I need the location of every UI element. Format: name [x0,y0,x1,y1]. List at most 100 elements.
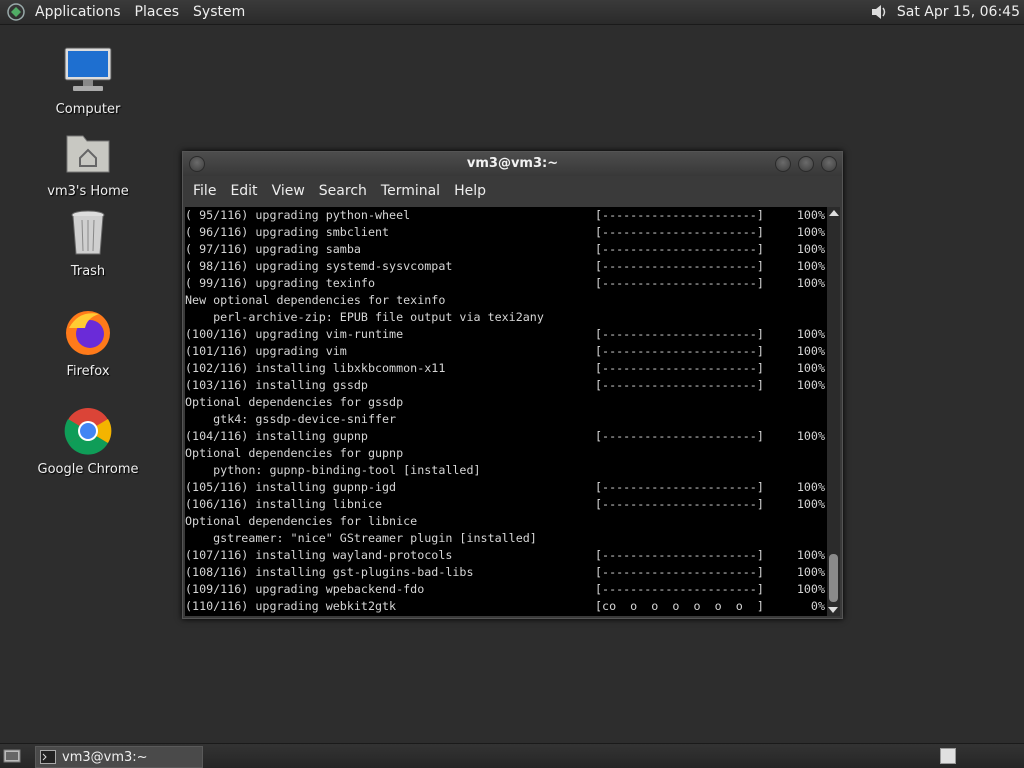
window-menu-icon[interactable] [189,156,205,172]
firefox-icon [66,311,110,355]
terminal-line: (103/116) installing gssdp [-------------… [185,377,827,394]
menu-search[interactable]: Search [312,183,374,199]
terminal-line-text: ( 96/116) upgrading smbclient [185,225,390,239]
progress-percent: 100% [796,548,825,562]
distro-logo-icon[interactable] [6,2,26,22]
progress-percent: 100% [796,276,825,290]
terminal-line-text: (103/116) installing gssdp [185,378,368,392]
terminal-line-text: (102/116) installing libxkbcommon-x11 [185,361,446,375]
progress-percent: 100% [796,344,825,358]
terminal-line: gstreamer: "nice" GStreamer plugin [inst… [185,530,827,547]
terminal-output[interactable]: ( 95/116) upgrading python-wheel [-------… [185,207,827,616]
progress-bar-text: [----------------------] [595,208,764,222]
terminal-line: (109/116) upgrading wpebackend-fdo [-----… [185,581,827,598]
desktop-icon-trash[interactable]: Trash [33,208,143,279]
close-icon[interactable] [821,156,837,172]
scroll-down-arrow-icon[interactable] [828,607,838,613]
menu-help[interactable]: Help [447,183,493,199]
progress-percent: 100% [796,361,825,375]
progress-percent: 100% [796,208,825,222]
progress-percent: 100% [796,327,825,341]
progress-percent: 100% [796,225,825,239]
desktop-icon-label: Computer [55,102,121,117]
terminal-line-text: (108/116) installing gst-plugins-bad-lib… [185,565,474,579]
menu-file[interactable]: File [186,183,223,199]
progress-percent: 100% [796,565,825,579]
progress-bar-text: [co o o o o o o ] [595,599,764,613]
menu-view[interactable]: View [265,183,312,199]
scroll-up-arrow-icon[interactable] [828,210,839,216]
progress-bar-text: [----------------------] [595,276,764,290]
terminal-line-text: (109/116) upgrading wpebackend-fdo [185,582,425,596]
applications-menu[interactable]: Applications [28,0,128,24]
progress-bar-text: [----------------------] [595,582,764,596]
workspace-switcher[interactable] [940,748,956,764]
terminal-line-text: (100/116) upgrading vim-runtime [185,327,404,341]
terminal-line: (100/116) upgrading vim-runtime [--------… [185,326,827,343]
menu-edit[interactable]: Edit [223,183,264,199]
terminal-icon [40,750,56,764]
terminal-line-text: gstreamer: "nice" GStreamer plugin [inst… [185,531,537,545]
system-menu[interactable]: System [186,0,252,24]
terminal-line: ( 97/116) upgrading samba [--------------… [185,241,827,258]
desktop-icon-home[interactable]: vm3's Home [33,128,143,199]
progress-bar-text: [----------------------] [595,259,764,273]
progress-percent: 100% [796,259,825,273]
terminal-line: (108/116) installing gst-plugins-bad-lib… [185,564,827,581]
progress-percent: 100% [796,378,825,392]
terminal-line: (101/116) upgrading vim [----------------… [185,343,827,360]
volume-icon[interactable] [869,2,889,22]
terminal-line: ( 99/116) upgrading texinfo [------------… [185,275,827,292]
terminal-line: (110/116) upgrading webkit2gtk [co o o o … [185,598,827,615]
terminal-line-text: New optional dependencies for texinfo [185,293,446,307]
show-desktop-icon[interactable] [3,748,21,764]
terminal-line: (102/116) installing libxkbcommon-x11 [--… [185,360,827,377]
progress-bar-text: [----------------------] [595,361,764,375]
terminal-line-text: ( 97/116) upgrading samba [185,242,361,256]
progress-bar-text: [----------------------] [595,497,764,511]
minimize-icon[interactable] [775,156,791,172]
progress-percent: 100% [796,480,825,494]
progress-bar-text: [----------------------] [595,429,764,443]
terminal-line: Optional dependencies for gssdp [185,394,827,411]
progress-bar-text: [----------------------] [595,548,764,562]
terminal-line: New optional dependencies for texinfo [185,292,827,309]
places-menu[interactable]: Places [128,0,187,24]
terminal-menubar: File Edit View Search Terminal Help [183,176,842,206]
scrollbar-thumb[interactable] [829,554,838,602]
terminal-line: (106/116) installing libnice [-----------… [185,496,827,513]
terminal-line-text: Optional dependencies for gupnp [185,446,404,460]
terminal-line: perl-archive-zip: EPUB file output via t… [185,309,827,326]
progress-percent: 100% [796,497,825,511]
desktop-icon-computer[interactable]: Computer [33,46,143,117]
terminal-line-text: python: gupnp-binding-tool [installed] [185,463,481,477]
desktop-icon-label: vm3's Home [47,184,129,199]
terminal-line: (107/116) installing wayland-protocols [-… [185,547,827,564]
desktop-icon-firefox[interactable]: Firefox [33,308,143,379]
terminal-line-text: (106/116) installing libnice [185,497,383,511]
terminal-line-text: ( 99/116) upgrading texinfo [185,276,375,290]
terminal-line-text: Optional dependencies for libnice [185,514,418,528]
clock[interactable]: Sat Apr 15, 06:45 [897,4,1020,20]
terminal-window[interactable]: vm3@vm3:~ File Edit View Search Terminal… [182,151,843,619]
progress-bar-text: [----------------------] [595,344,764,358]
desktop-icon-label: Firefox [66,364,110,379]
terminal-line-text: Optional dependencies for gssdp [185,395,404,409]
terminal-line-text: perl-archive-zip: EPUB file output via t… [185,310,544,324]
desktop-icon-label: Trash [70,264,106,279]
terminal-line-text: (110/116) upgrading webkit2gtk [185,599,397,613]
terminal-scrollbar[interactable] [827,207,840,616]
progress-bar-text: [----------------------] [595,378,764,392]
window-titlebar[interactable]: vm3@vm3:~ [183,152,842,176]
progress-bar-text: [----------------------] [595,327,764,341]
maximize-icon[interactable] [798,156,814,172]
terminal-line-text: (101/116) upgrading vim [185,344,347,358]
terminal-line-text: (107/116) installing wayland-protocols [185,548,453,562]
terminal-line: ( 98/116) upgrading systemd-sysvcompat [-… [185,258,827,275]
terminal-line-text: (104/116) installing gupnp [185,429,368,443]
desktop-icon-chrome[interactable]: Google Chrome [33,406,143,477]
taskbar-button-terminal[interactable]: vm3@vm3:~ [35,746,203,768]
window-title: vm3@vm3:~ [466,156,559,171]
computer-icon [64,47,112,91]
menu-terminal[interactable]: Terminal [374,183,447,199]
